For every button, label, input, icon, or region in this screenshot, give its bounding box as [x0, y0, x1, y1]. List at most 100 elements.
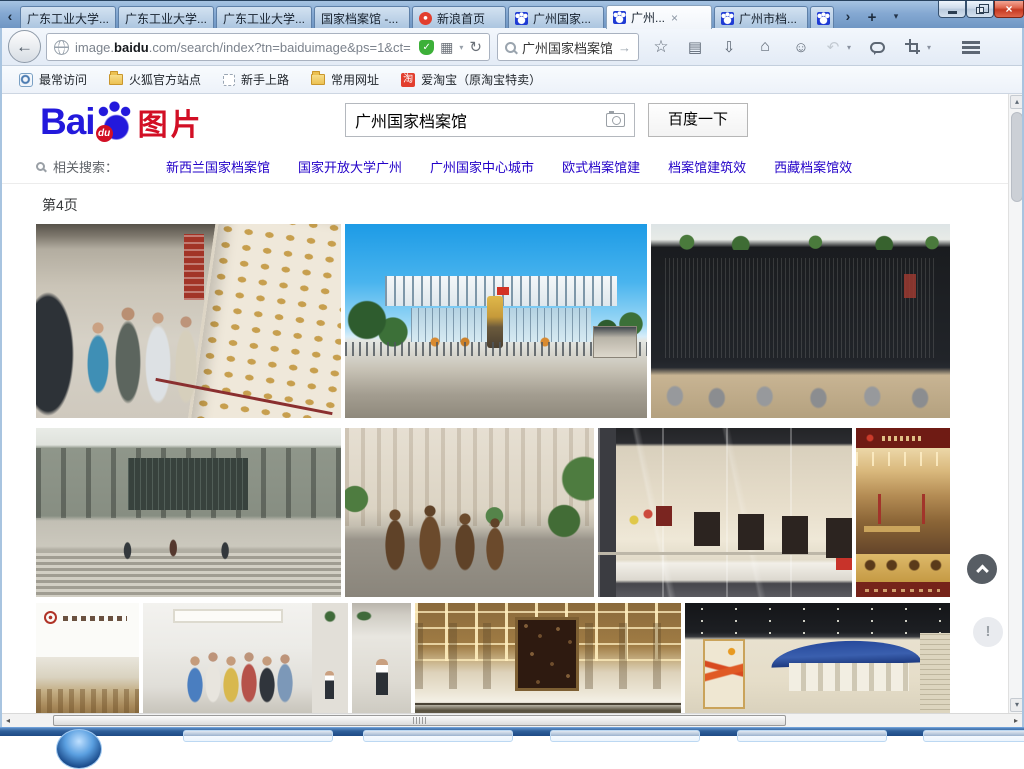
window-minimize-button[interactable] — [938, 1, 966, 18]
related-search-row: 相关搜索： 新西兰国家档案馆 国家开放大学广州 广州国家中心城市 欧式档案馆建 … — [36, 153, 880, 179]
reload-icon[interactable]: ↻ — [469, 40, 482, 55]
bookmark-star-button[interactable]: ☆ — [648, 36, 674, 58]
close-icon: × — [1005, 2, 1012, 16]
bookmark-common-sites[interactable]: 常用网址 — [300, 69, 390, 91]
related-link-3[interactable]: 广州国家中心城市 — [430, 157, 534, 176]
scroll-left-button[interactable]: ◂ — [0, 714, 16, 727]
related-link-1[interactable]: 新西兰国家档案馆 — [166, 157, 270, 176]
tab-guangzhou-active[interactable]: 广州... × — [606, 5, 712, 29]
bookmark-aitaobao[interactable]: 淘爱淘宝（原淘宝特卖） — [390, 69, 552, 91]
baidu-search-input[interactable] — [355, 111, 606, 129]
image-result[interactable] — [856, 428, 950, 597]
photo-detail — [36, 268, 236, 418]
crop-icon — [907, 41, 920, 54]
image-result[interactable] — [415, 603, 681, 713]
tab-guangzhou-municipal[interactable]: 广州市档... — [714, 6, 808, 29]
tab-partial[interactable] — [810, 6, 834, 29]
image-result[interactable] — [36, 224, 341, 418]
tab-national-archives[interactable]: 国家档案馆 -... — [314, 6, 410, 29]
baidu-paw-favicon — [613, 11, 626, 24]
baidu-search-button[interactable]: 百度一下 — [648, 103, 748, 137]
taskbar-app-button[interactable] — [363, 730, 513, 742]
tab-close-icon[interactable]: × — [671, 12, 678, 24]
bookmarks-panel-button[interactable]: ▤ — [682, 36, 708, 58]
window-restore-button[interactable] — [966, 1, 994, 18]
menu-button[interactable] — [956, 36, 986, 58]
divider — [0, 183, 1024, 184]
photo-detail — [593, 326, 637, 358]
back-to-top-button[interactable] — [967, 554, 997, 584]
url-prefix: image. — [75, 40, 114, 55]
tab-scroll-left-button[interactable]: ‹ — [2, 7, 18, 26]
taskbar-app-button[interactable] — [737, 730, 887, 742]
tab-gdut-1[interactable]: 广东工业大学... — [20, 6, 116, 29]
urlbar-dropdown-caret-icon[interactable]: ▾ — [459, 43, 463, 52]
camera-search-icon[interactable] — [606, 113, 625, 127]
tab-label: 广东工业大学... — [125, 10, 207, 27]
tab-sina-home[interactable]: 新浪首页 — [412, 6, 506, 29]
tab-label: 广州... — [631, 9, 665, 26]
related-link-5[interactable]: 档案馆建筑效 — [668, 157, 746, 176]
photo-detail — [703, 639, 745, 709]
horizontal-scroll-thumb[interactable] — [53, 715, 786, 726]
photo-detail — [325, 671, 334, 699]
related-link-6[interactable]: 西藏档案馆效 — [774, 157, 852, 176]
taskbar-app-button[interactable] — [183, 730, 333, 742]
related-link-2[interactable]: 国家开放大学广州 — [298, 157, 402, 176]
photo-detail — [598, 428, 852, 597]
new-tab-button[interactable]: + — [862, 9, 882, 27]
image-result[interactable] — [36, 603, 139, 713]
history-icon — [19, 73, 33, 87]
browser-search-bar[interactable]: → — [497, 33, 639, 61]
feedback-smiley-button[interactable]: ☺ — [788, 36, 814, 58]
search-go-icon[interactable]: → — [618, 40, 631, 55]
home-button[interactable]: ⌂ — [752, 36, 778, 58]
tab-gdut-3[interactable]: 广东工业大学... — [216, 6, 312, 29]
taskbar-app-button[interactable] — [923, 730, 1024, 742]
bookmark-label: 火狐官方站点 — [129, 71, 201, 88]
baidu-search-box[interactable] — [345, 103, 635, 137]
image-result[interactable] — [345, 428, 594, 597]
image-result[interactable] — [352, 603, 411, 713]
bookmark-most-visited[interactable]: 最常访问 — [8, 69, 98, 91]
security-shield-icon[interactable]: ✓ — [419, 40, 434, 55]
crop-dropdown-caret-icon[interactable]: ▾ — [922, 36, 936, 58]
bookmark-label: 最常访问 — [39, 71, 87, 88]
image-result[interactable] — [345, 224, 647, 418]
image-result[interactable] — [143, 603, 348, 713]
qr-code-icon[interactable]: ▦ — [440, 40, 453, 54]
downloads-button[interactable]: ⇩ — [716, 36, 742, 58]
start-orb-button[interactable] — [56, 729, 102, 769]
taobao-icon: 淘 — [401, 73, 415, 87]
navigation-toolbar: ← image.baidu.com/search/index?tn=baidui… — [0, 28, 1024, 66]
image-result[interactable] — [651, 224, 950, 418]
tab-guangzhou-national[interactable]: 广州国家... — [508, 6, 604, 29]
back-button[interactable]: ← — [8, 30, 41, 63]
photo-detail — [904, 274, 916, 298]
bookmark-firefox-sites[interactable]: 火狐官方站点 — [98, 69, 212, 91]
chat-button[interactable] — [864, 36, 890, 58]
tab-label: 广州市档... — [739, 10, 797, 27]
url-bar[interactable]: image.baidu.com/search/index?tn=baiduima… — [46, 33, 490, 61]
related-link-4[interactable]: 欧式档案馆建 — [562, 157, 640, 176]
window-close-button[interactable]: × — [994, 1, 1024, 18]
tab-list-caret-icon[interactable]: ▾ — [888, 11, 904, 25]
feedback-info-button[interactable]: ! — [973, 617, 1003, 647]
horizontal-scrollbar[interactable]: ◂ ▸ — [0, 713, 1024, 727]
undo-dropdown-caret-icon[interactable]: ▾ — [842, 36, 856, 58]
url-rest: .com/search/index?tn=baiduimage&ps=1&ct= — [149, 40, 411, 55]
logo-text-bai: Bai — [40, 101, 95, 143]
browser-search-input[interactable] — [522, 40, 612, 55]
bookmark-getting-started[interactable]: 新手上路 — [212, 69, 300, 91]
window-frame-left — [0, 28, 2, 727]
page-viewport: Bai du 图片 百度一下 相关搜索： 新西兰国家档案馆 国家开放大学广州 广… — [0, 94, 1024, 713]
image-result[interactable] — [36, 428, 341, 597]
tab-gdut-2[interactable]: 广东工业大学... — [118, 6, 214, 29]
image-result[interactable] — [598, 428, 852, 597]
windows-taskbar — [0, 727, 1024, 736]
photo-detail — [497, 287, 509, 295]
baidu-image-logo[interactable]: Bai du 图片 — [40, 98, 204, 146]
image-result[interactable] — [685, 603, 950, 713]
taskbar-app-button[interactable] — [550, 730, 700, 742]
tab-scroll-right-button[interactable]: › — [840, 7, 856, 26]
